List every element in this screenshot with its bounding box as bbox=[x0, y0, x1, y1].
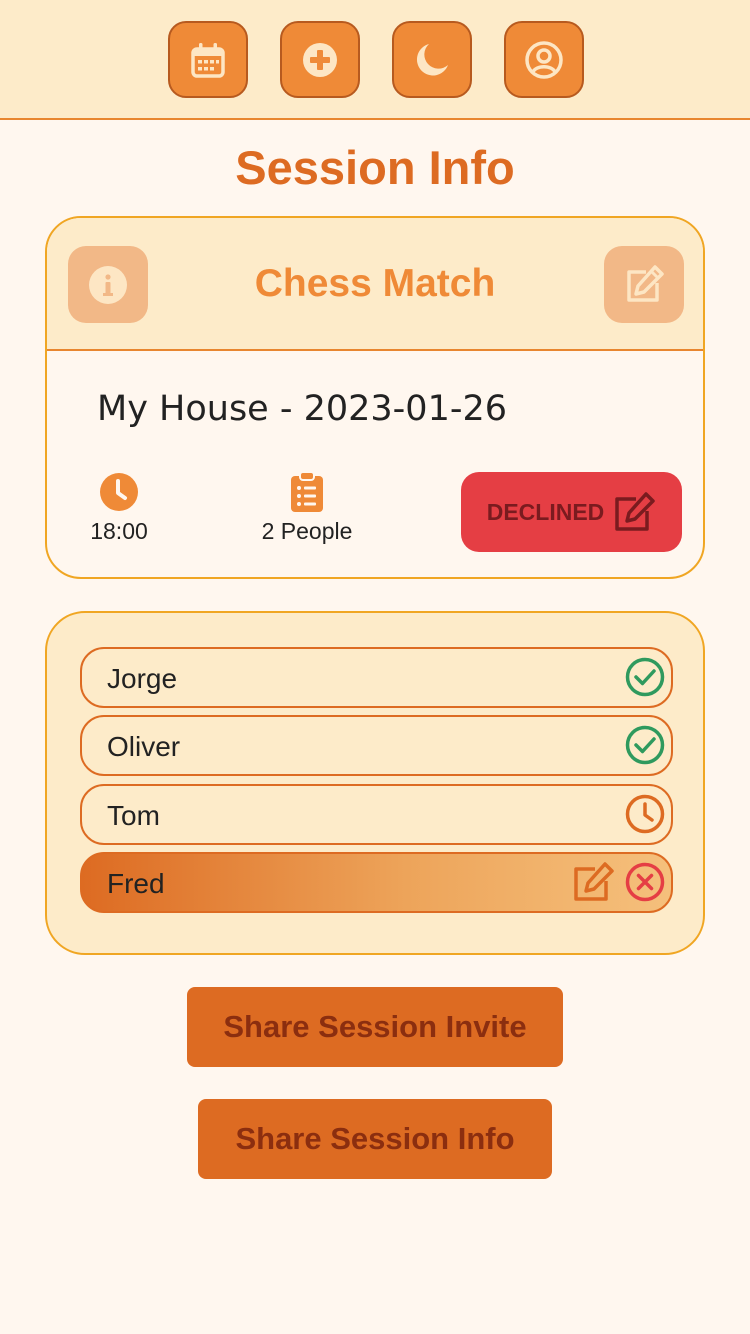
participant-row[interactable]: Tom bbox=[80, 784, 673, 845]
participant-name: Tom bbox=[107, 800, 160, 831]
check-circle-icon bbox=[625, 657, 665, 697]
edit-icon bbox=[615, 492, 656, 531]
clock-icon bbox=[100, 473, 138, 511]
x-circle-icon bbox=[625, 862, 665, 902]
check-circle-icon bbox=[625, 725, 665, 765]
status-button[interactable]: DECLINED bbox=[461, 472, 682, 552]
session-time-value: 18:00 bbox=[90, 518, 148, 544]
participant-name: Fred bbox=[107, 868, 165, 899]
participant-name: Jorge bbox=[107, 663, 178, 694]
edit-icon bbox=[627, 264, 664, 302]
session-card-header: Chess Match bbox=[47, 218, 703, 351]
user-circle-icon bbox=[525, 40, 563, 79]
participant-row[interactable]: Fred bbox=[80, 852, 673, 913]
status-label: DECLINED bbox=[486, 498, 605, 525]
moon-icon bbox=[416, 43, 448, 75]
edit-session-button[interactable] bbox=[604, 246, 684, 323]
session-people-value: 2 People bbox=[261, 518, 353, 544]
share-info-button[interactable]: Share Session Info bbox=[198, 1099, 552, 1179]
profile-button[interactable] bbox=[504, 21, 584, 98]
dark-mode-button[interactable] bbox=[392, 21, 472, 98]
top-nav-bar bbox=[0, 0, 750, 120]
participant-name: Oliver bbox=[107, 731, 181, 762]
clipboard-list-icon bbox=[291, 472, 323, 512]
session-time: 18:00 bbox=[87, 472, 151, 545]
participant-row[interactable]: Jorge bbox=[80, 647, 673, 708]
clock-icon bbox=[625, 794, 665, 834]
add-session-button[interactable] bbox=[280, 21, 360, 98]
page-title: Session Info bbox=[235, 141, 515, 194]
plus-circle-icon bbox=[303, 42, 337, 77]
participants-card: Jorge Oliver Tom Fred bbox=[45, 611, 705, 955]
calendar-icon bbox=[191, 42, 225, 78]
participant-row[interactable]: Oliver bbox=[80, 715, 673, 776]
session-location-date: My House - 2023-01-26 bbox=[97, 389, 508, 429]
edit-icon[interactable] bbox=[573, 862, 615, 902]
share-invite-button[interactable]: Share Session Invite bbox=[187, 987, 563, 1067]
session-people: 2 People bbox=[252, 472, 362, 545]
session-card: Chess Match My House - 2023-01-26 18:00 bbox=[45, 216, 705, 579]
calendar-button[interactable] bbox=[168, 21, 248, 98]
